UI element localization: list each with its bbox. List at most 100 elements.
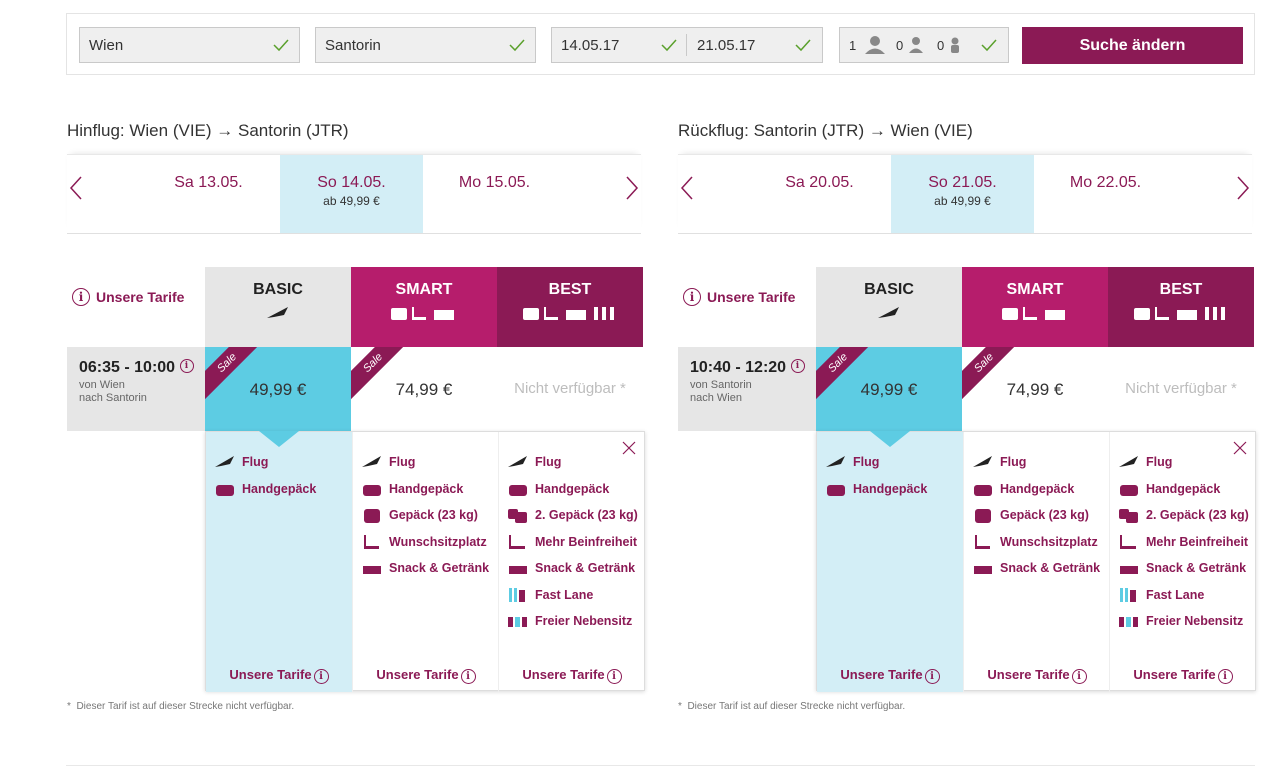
date-label: Mo 22.05. (1069, 174, 1142, 191)
price-smart[interactable]: Sale 74,99 € (351, 347, 497, 432)
fast-lane-icon (509, 588, 525, 602)
smart-features: Flug Handgepäck Gepäck (23 kg) Wunschsit… (963, 432, 1110, 692)
fares-info-link[interactable]: Unsere Tarife i (499, 667, 645, 684)
fares-info-link[interactable]: i Unsere Tarife (683, 288, 795, 306)
seat-icon (975, 535, 990, 549)
plane-icon (215, 456, 234, 467)
fare-header-smart: SMART (962, 267, 1108, 347)
basic-features: Flug Handgepäck Unsere Tarife i (206, 431, 352, 692)
return-date-bar: Sa 20.05. So 21.05. ab 49,99 € Mo 22.05. (678, 154, 1252, 234)
info-icon[interactable]: i (179, 359, 194, 373)
feature-item: Snack & Getränk (972, 560, 1100, 576)
fares-info-link[interactable]: Unsere Tarife i (964, 667, 1110, 684)
smart-features: Flug Handgepäck Gepäck (23 kg) Wunschsit… (352, 432, 499, 692)
seat-icon (364, 535, 379, 549)
flight-route: von Santorin nach Wien (690, 379, 752, 404)
chevron-left-icon[interactable] (678, 173, 698, 203)
check-icon (661, 39, 677, 52)
luggage-icon (975, 509, 991, 523)
chevron-left-icon[interactable] (67, 173, 87, 203)
feature-item: Handgepäck (214, 481, 316, 497)
date-option[interactable]: Sa 20.05. (748, 155, 891, 233)
date-price: ab 49,99 € (323, 194, 380, 208)
divider (66, 765, 1255, 766)
fare-name: SMART (1006, 281, 1064, 298)
date-price: ab 49,99 € (934, 194, 991, 208)
feature-item: Freier Nebensitz (1118, 613, 1243, 629)
feature-item: Mehr Beinfreiheit (1118, 534, 1248, 550)
price-smart[interactable]: Sale 74,99 € (962, 347, 1108, 432)
fare-details: Flug Handgepäck Unsere Tarife i Flug Hand… (816, 431, 1256, 692)
feature-item: Fast Lane (507, 587, 593, 603)
fares-link-label: Unsere Tarife (707, 289, 796, 305)
basic-features: Flug Handgepäck Unsere Tarife i (817, 431, 963, 692)
origin-field[interactable]: Wien (79, 27, 300, 63)
info-icon: i (313, 669, 329, 684)
destination-value: Santorin (325, 37, 381, 54)
free-seat-icon (508, 617, 527, 627)
selection-pointer (259, 431, 299, 447)
feature-item: 2. Gepäck (23 kg) (1118, 507, 1249, 523)
chevron-right-icon[interactable] (1232, 173, 1252, 203)
fast-lane-icon (1120, 588, 1136, 602)
info-icon: i (72, 288, 90, 306)
handbag-icon (216, 485, 234, 496)
price-value: 74,99 € (1006, 380, 1064, 399)
fares-info-link[interactable]: Unsere Tarife i (1110, 667, 1256, 684)
fare-name: BEST (548, 281, 592, 298)
date-back-value: 21.05.17 (697, 37, 756, 54)
info-icon: i (1217, 669, 1233, 684)
date-option[interactable]: Mo 22.05. (1034, 155, 1177, 233)
dates-field[interactable]: 14.05.17 21.05.17 (551, 27, 823, 63)
fares-info-link[interactable]: Unsere Tarife i (817, 667, 963, 684)
plane-icon (973, 456, 992, 467)
fare-details: Flug Handgepäck Unsere Tarife i Flug Hand… (205, 431, 645, 692)
fares-info-link[interactable]: i Unsere Tarife (72, 288, 184, 306)
feature-item: Flug (507, 454, 561, 470)
selection-pointer (870, 431, 910, 447)
snack-icon (363, 566, 381, 574)
feature-item: Handgepäck (507, 481, 609, 497)
info-icon[interactable]: i (790, 359, 805, 373)
close-icon[interactable] (621, 440, 637, 456)
price-unavailable: Nicht verfügbar * (514, 380, 626, 397)
change-search-button[interactable]: Suche ändern (1022, 27, 1243, 64)
price-basic[interactable]: Sale 49,99 € (205, 347, 351, 431)
flight-route: von Wien nach Santorin (79, 379, 147, 404)
date-option[interactable]: Mo 15.05. (423, 155, 566, 233)
infant-icon (951, 37, 959, 53)
date-option-selected[interactable]: So 21.05. ab 49,99 € (891, 155, 1034, 233)
feature-item: Handgepäck (1118, 481, 1220, 497)
feature-item: Mehr Beinfreiheit (507, 534, 637, 550)
check-icon (509, 39, 525, 52)
snack-icon (509, 566, 527, 574)
destination-field[interactable]: Santorin (315, 27, 536, 63)
date-label: So 21.05. (928, 174, 997, 191)
fare-name: BASIC (253, 281, 303, 298)
feature-item: Fast Lane (1118, 587, 1204, 603)
close-icon[interactable] (1232, 440, 1248, 456)
chevron-right-icon[interactable] (621, 173, 641, 203)
fare-name: SMART (395, 281, 453, 298)
date-option[interactable]: Sa 13.05. (137, 155, 280, 233)
fares-info-link[interactable]: Unsere Tarife i (353, 667, 499, 684)
feature-item: Snack & Getränk (361, 560, 489, 576)
fare-features-icon (1002, 307, 1065, 320)
feature-item: Gepäck (23 kg) (972, 507, 1089, 523)
fare-header-basic: BASIC (816, 267, 962, 347)
price-value: 49,99 € (249, 380, 307, 399)
handbag-icon (509, 485, 527, 496)
fare-features-icon (391, 307, 454, 320)
snack-icon (974, 566, 992, 574)
date-option-selected[interactable]: So 14.05. ab 49,99 € (280, 155, 423, 233)
passengers-field[interactable]: 1 0 0 (839, 27, 1009, 63)
child-icon (909, 37, 923, 53)
plane-icon (1119, 456, 1138, 467)
flight-info: 06:35 - 10:00 i von Wien nach Santorin (67, 347, 205, 431)
free-seat-icon (1119, 617, 1138, 627)
handbag-icon (363, 485, 381, 496)
feature-item: Snack & Getränk (1118, 560, 1246, 576)
plane-icon (362, 456, 381, 467)
price-basic[interactable]: Sale 49,99 € (816, 347, 962, 431)
fares-info-link[interactable]: Unsere Tarife i (206, 667, 352, 684)
